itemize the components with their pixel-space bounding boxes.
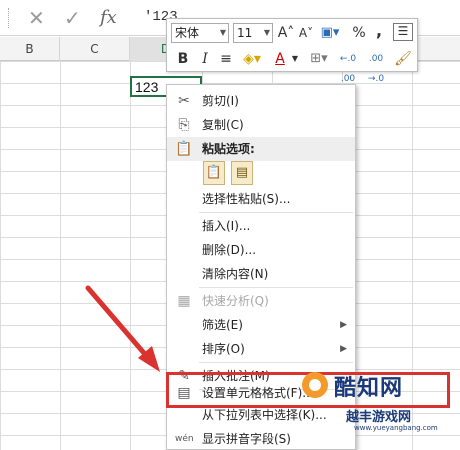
watermark-site-url: www.yueyangbang.com bbox=[354, 424, 438, 432]
watermark-site: 越丰游戏网 www.yueyangbang.com bbox=[346, 406, 438, 432]
arrow-shaft bbox=[85, 285, 153, 363]
watermark-logo-icon bbox=[302, 372, 328, 398]
watermark-site-name: 越丰游戏网 bbox=[346, 410, 412, 425]
watermark-name: 酷知网 bbox=[334, 376, 404, 401]
